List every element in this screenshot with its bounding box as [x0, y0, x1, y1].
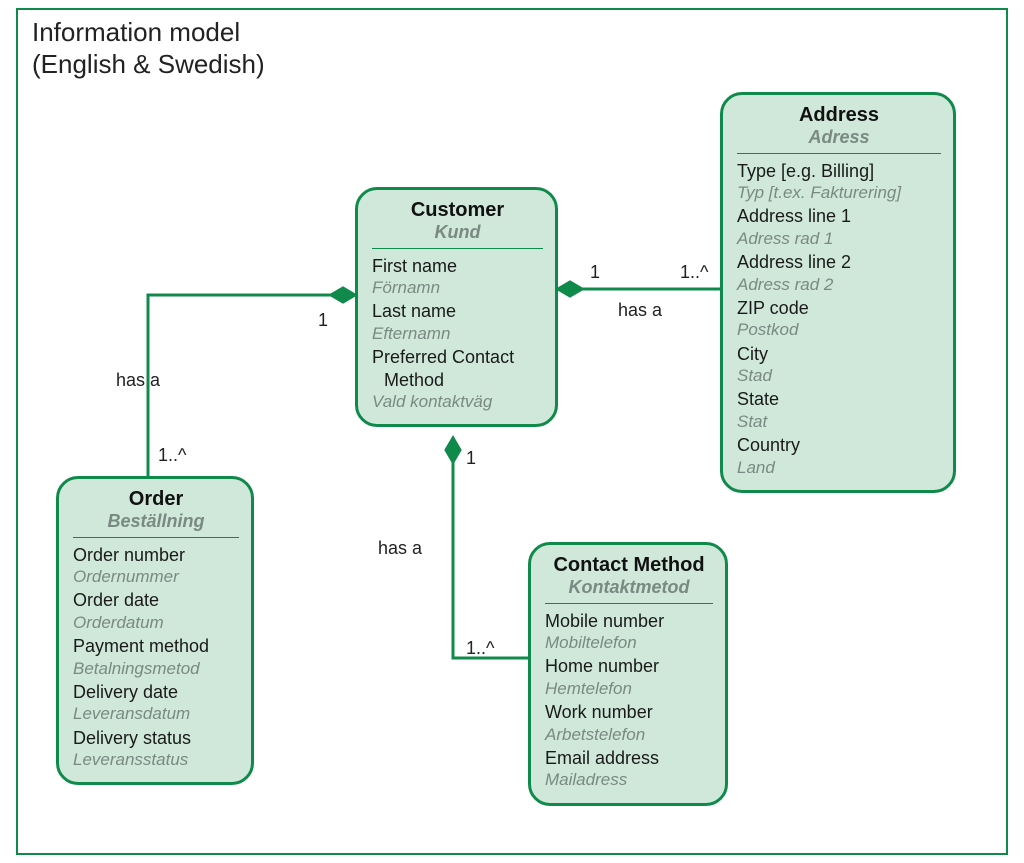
attr-en: Country [737, 434, 941, 457]
entity-name-sv: Adress [737, 127, 941, 149]
attr-sv: Adress rad 2 [737, 274, 941, 295]
entity-name-en: Order [73, 487, 239, 511]
attr-sv: Mailadress [545, 769, 713, 790]
attr-sv: Arbetstelefon [545, 724, 713, 745]
title-line-2: (English & Swedish) [32, 49, 265, 79]
relation-label-contact: has a [378, 538, 422, 559]
title-line-1: Information model [32, 17, 240, 47]
attr-sv: Land [737, 457, 941, 478]
attr-sv: Orderdatum [73, 612, 239, 633]
attr-en: ZIP code [737, 297, 941, 320]
attr-en: Address line 2 [737, 251, 941, 274]
entity-header: Contact Method Kontaktmetod [545, 553, 713, 604]
entity-header: Address Adress [737, 103, 941, 154]
relation-label-order: has a [116, 370, 160, 391]
attr-en: Delivery date [73, 681, 239, 704]
attr-sv: Stad [737, 365, 941, 386]
entity-name-sv: Kontaktmetod [545, 577, 713, 599]
attr-en: Last name [372, 300, 543, 323]
attr-sv: Mobiltelefon [545, 632, 713, 653]
entity-name-en: Address [737, 103, 941, 127]
cardinality-customer-to-contact-far: 1..^ [466, 638, 494, 659]
entity-name-en: Customer [372, 198, 543, 222]
attr-en: Order date [73, 589, 239, 612]
entity-order: Order Beställning Order number Ordernumm… [56, 476, 254, 785]
cardinality-customer-to-order-near: 1 [318, 310, 328, 331]
entity-header: Customer Kund [372, 198, 543, 249]
entity-customer: Customer Kund First name Förnamn Last na… [355, 187, 558, 427]
cardinality-customer-to-address-near: 1 [590, 262, 600, 283]
attr-en: Work number [545, 701, 713, 724]
attr-sv: Typ [t.ex. Fakturering] [737, 182, 941, 203]
attr-en-cont: Method [372, 369, 543, 392]
entity-contact-method: Contact Method Kontaktmetod Mobile numbe… [528, 542, 728, 806]
attr-en: State [737, 388, 941, 411]
relation-label-address: has a [618, 300, 662, 321]
attr-en: Address line 1 [737, 205, 941, 228]
diagram-title: Information model (English & Swedish) [32, 16, 265, 80]
attr-en: Preferred Contact [372, 346, 543, 369]
attr-sv: Hemtelefon [545, 678, 713, 699]
attr-en: Delivery status [73, 727, 239, 750]
cardinality-customer-to-order-far: 1..^ [158, 445, 186, 466]
cardinality-customer-to-contact-near: 1 [466, 448, 476, 469]
attr-sv: Förnamn [372, 277, 543, 298]
attr-en: Home number [545, 655, 713, 678]
attr-en: Type [e.g. Billing] [737, 160, 941, 183]
attr-sv: Efternamn [372, 323, 543, 344]
diagram-canvas: Information model (English & Swedish) 1 … [0, 0, 1024, 863]
attr-sv: Adress rad 1 [737, 228, 941, 249]
diagram-frame: Information model (English & Swedish) 1 … [16, 8, 1008, 855]
attr-en: Mobile number [545, 610, 713, 633]
entity-address: Address Adress Type [e.g. Billing] Typ [… [720, 92, 956, 493]
attr-sv: Ordernummer [73, 566, 239, 587]
attr-en: First name [372, 255, 543, 278]
attr-sv: Leveransdatum [73, 703, 239, 724]
cardinality-customer-to-address-far: 1..^ [680, 262, 708, 283]
attr-en: Email address [545, 747, 713, 770]
entity-name-sv: Kund [372, 222, 543, 244]
entity-name-sv: Beställning [73, 511, 239, 533]
attr-sv: Postkod [737, 319, 941, 340]
attr-sv: Stat [737, 411, 941, 432]
entity-name-en: Contact Method [545, 553, 713, 577]
attr-sv: Vald kontaktväg [372, 391, 543, 412]
attr-sv: Leveransstatus [73, 749, 239, 770]
attr-sv: Betalningsmetod [73, 658, 239, 679]
attr-en: City [737, 343, 941, 366]
attr-en: Payment method [73, 635, 239, 658]
attr-en: Order number [73, 544, 239, 567]
entity-header: Order Beställning [73, 487, 239, 538]
